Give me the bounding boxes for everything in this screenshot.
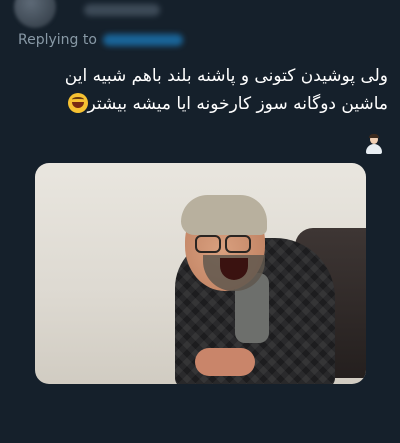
person-shrugging-icon [364,134,384,155]
tweet-text: ولی پوشیدن کتونی و پاشنه بلند باهم شبیه … [18,62,388,118]
blurred-mention-link[interactable] [102,34,183,46]
blurred-username [84,4,160,16]
tweet-text-line-1: ولی پوشیدن کتونی و پاشنه بلند باهم شبیه … [64,66,388,86]
tweet-text-line-2: ماشین دوگانه سوز کارخونه ایا میشه بیشتر [87,94,388,114]
tweet-header [0,0,400,30]
tweet-text-line-2-wrap: ماشین دوگانه سوز کارخونه ایا میشه بیشتر [18,90,388,118]
grinning-squinting-face-icon [67,93,88,113]
hands-shape [195,348,255,376]
glasses-shape [195,235,255,253]
replying-to-label: Replying to [18,32,97,48]
avatar[interactable] [14,0,56,28]
hair-shape [181,195,267,235]
reply-context: Replying to [18,31,183,49]
tweet-image[interactable] [35,163,366,384]
